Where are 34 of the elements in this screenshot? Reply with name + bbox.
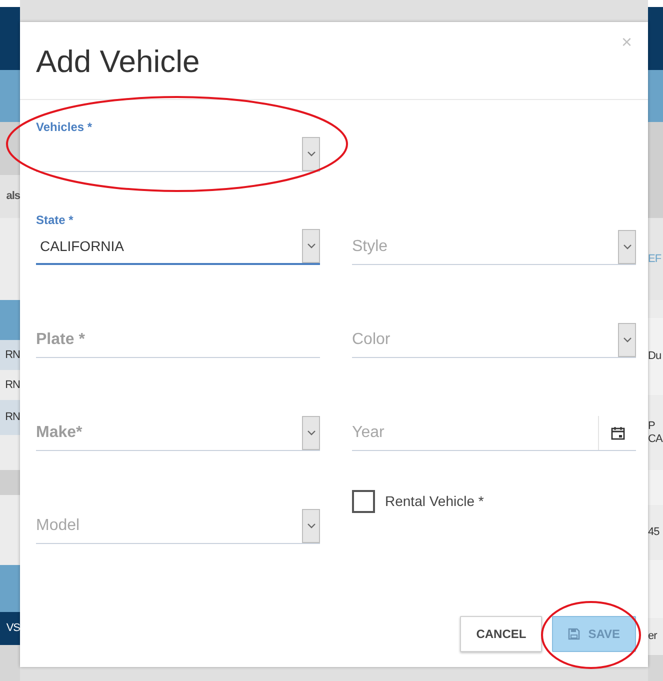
select-field[interactable] [36, 136, 320, 172]
background-text: RN [5, 348, 20, 362]
cancel-button[interactable]: CANCEL [460, 616, 542, 652]
background-text: CA [648, 432, 662, 446]
background-text: RN [5, 378, 20, 392]
chevron-icon [622, 244, 632, 250]
select-field[interactable]: Color [352, 322, 636, 358]
chevron-icon [622, 337, 632, 343]
calendar-icon [610, 426, 624, 440]
text-field[interactable]: Plate * [36, 322, 320, 358]
select-field[interactable]: Make* [36, 415, 320, 451]
field-label: State * [36, 212, 74, 229]
background-text: RN [5, 411, 20, 424]
chevron-icon [306, 430, 316, 436]
chevron-icon [306, 151, 316, 157]
chevron-icon [306, 243, 316, 249]
chevron-icon [306, 523, 316, 529]
background-text: 45 [648, 526, 660, 539]
background-text: er [648, 630, 657, 643]
background-text: VS [6, 622, 20, 635]
date-field[interactable]: Year [352, 415, 636, 451]
select-field[interactable]: Model [36, 508, 320, 544]
background-text: EF [648, 252, 662, 266]
background-text: als [6, 190, 20, 203]
background-text: P [648, 420, 655, 432]
dialog-title: Add Vehicle [36, 42, 200, 80]
dropdown-button[interactable] [302, 137, 320, 171]
field-label: Vehicles * [36, 119, 94, 136]
close-button[interactable]: × [617, 32, 636, 52]
background-text: Du [648, 350, 662, 363]
checkbox-label: Rental Vehicle * [385, 493, 484, 509]
select-field[interactable]: CALIFORNIA [36, 229, 320, 265]
select-field[interactable]: Style [352, 229, 636, 265]
checkbox[interactable] [352, 490, 375, 512]
